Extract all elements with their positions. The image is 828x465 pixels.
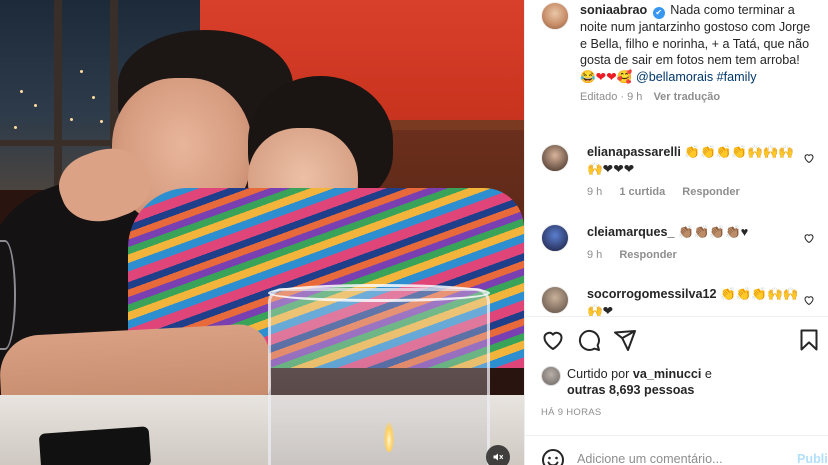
commenter-username[interactable]: elianapassarelli	[587, 145, 681, 159]
verified-badge-icon: ✔	[652, 7, 665, 19]
author-username[interactable]: soniaabrao	[580, 3, 647, 17]
comment-item: elianapassarelli 👏👏👏👏🙌🙌🙌🙌❤❤❤ 9 h 1 curti…	[541, 144, 821, 201]
comment-input[interactable]	[577, 452, 757, 465]
likes-and: e	[704, 367, 712, 381]
comment-icon[interactable]	[577, 328, 601, 352]
photo-phone	[38, 426, 152, 465]
caption-tags[interactable]: @bellamorais #family	[636, 70, 757, 84]
comment-time: 9 h	[587, 249, 603, 261]
speaker-muted-icon	[493, 453, 504, 461]
post-action-bar	[541, 328, 821, 352]
commenter-username[interactable]: socorrogomessilva12	[587, 287, 717, 301]
liker-avatar[interactable]	[541, 366, 561, 386]
caption-emoji: 😂❤❤🥰	[580, 69, 633, 84]
composer-divider	[525, 435, 828, 436]
caption-text: soniaabrao ✔ Nada como terminar a noite …	[580, 2, 816, 85]
likes-summary: Curtido por va_minucci e outras 8,693 pe…	[541, 366, 821, 398]
liker-username[interactable]: va_minucci	[633, 367, 702, 381]
reply-button[interactable]: Responder	[619, 249, 676, 261]
comment-meta: 9 h 1 curtida Responder	[587, 184, 797, 201]
post-comment-button[interactable]: Publicar	[797, 452, 828, 465]
comment-likes[interactable]: 1 curtida	[619, 186, 665, 198]
comment-text: 👏🏽👏🏽👏🏽👏🏽♥	[678, 225, 749, 239]
likes-prefix: Curtido por	[567, 367, 630, 381]
emoji-icon[interactable]	[541, 448, 565, 465]
photo-glass-rim	[268, 284, 490, 302]
heart-icon[interactable]	[541, 328, 565, 352]
photo-candle-glass	[268, 288, 490, 465]
like-comment-heart-icon[interactable]	[803, 294, 815, 306]
see-translation-link[interactable]: Ver tradução	[653, 91, 720, 103]
like-comment-heart-icon[interactable]	[803, 152, 815, 164]
post-time-ago: HÁ 9 HORAS	[541, 407, 602, 418]
comment-composer: Publicar	[541, 444, 828, 465]
commenter-username[interactable]: cleiamarques_	[587, 225, 675, 239]
comment-item: cleiamarques_ 👏🏽👏🏽👏🏽👏🏽♥ 9 h Responder	[541, 224, 821, 264]
bookmark-icon[interactable]	[797, 328, 821, 352]
commenter-avatar[interactable]	[541, 144, 569, 172]
share-icon[interactable]	[613, 328, 637, 352]
post-photo[interactable]	[0, 0, 524, 465]
likes-others-link[interactable]: outras 8,693 pessoas	[567, 383, 694, 397]
commenter-avatar[interactable]	[541, 224, 569, 252]
comments-scroll-area[interactable]: soniaabrao ✔ Nada como terminar a noite …	[525, 0, 828, 316]
actions-divider	[525, 316, 828, 317]
commenter-avatar[interactable]	[541, 286, 569, 314]
post-caption: soniaabrao ✔ Nada como terminar a noite …	[541, 2, 821, 103]
post-details-panel: soniaabrao ✔ Nada como terminar a noite …	[524, 0, 828, 465]
like-comment-heart-icon[interactable]	[803, 232, 815, 244]
mute-button[interactable]	[486, 445, 510, 465]
author-avatar[interactable]	[541, 2, 569, 30]
comment-meta: 9 h Responder	[587, 247, 797, 264]
instagram-post-view: soniaabrao ✔ Nada como terminar a noite …	[0, 0, 828, 465]
caption-meta: Editado · 9 h Ver tradução	[580, 91, 816, 103]
comment-item: socorrogomessilva12 👏👏👏🙌🙌🙌❤	[541, 286, 821, 316]
reply-button[interactable]: Responder	[682, 186, 739, 198]
comment-time: 9 h	[587, 186, 603, 198]
caption-edited-time: Editado · 9 h	[580, 91, 643, 103]
photo-candle-flame	[384, 422, 394, 452]
